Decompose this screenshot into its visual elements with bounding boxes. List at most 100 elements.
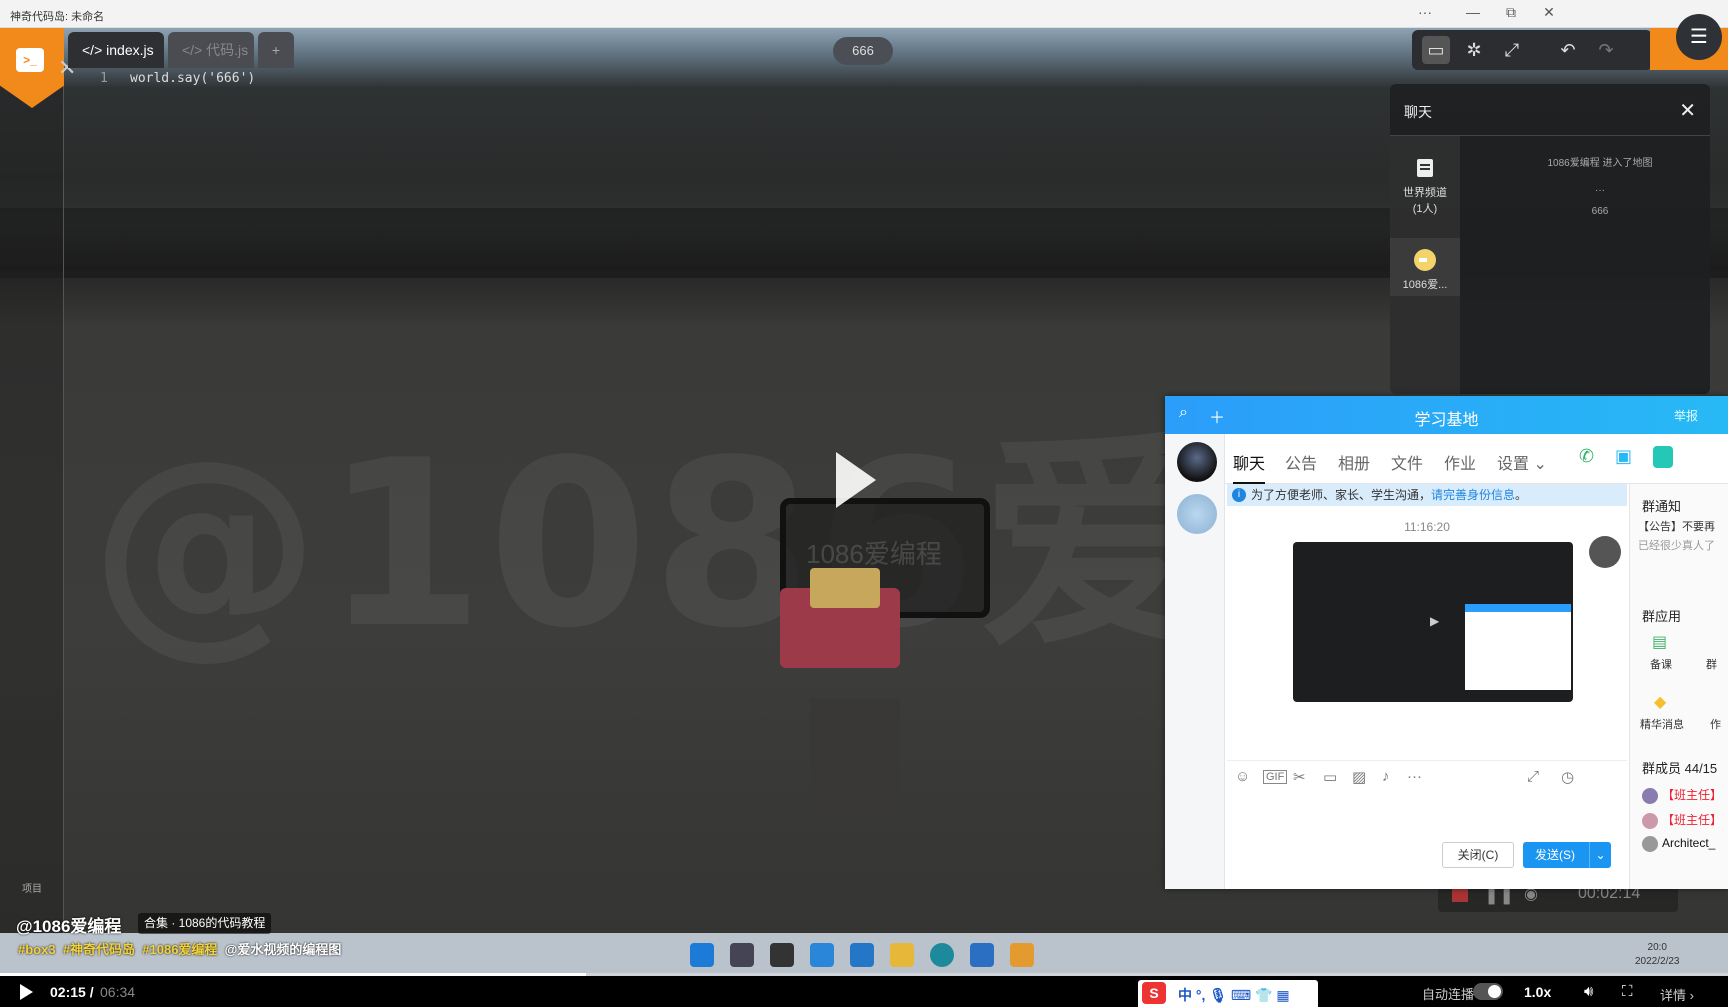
send-button[interactable]: 发送(S) ⌄ [1523,842,1611,868]
undo-icon[interactable]: ↶ [1554,36,1582,64]
group-avatar[interactable] [1177,442,1217,482]
user-avatar-icon [1414,249,1436,271]
terminal-icon: >_ [16,48,44,72]
search-icon[interactable] [730,943,754,967]
channel-user[interactable]: 1086爱... [1390,238,1460,296]
tab-index-js[interactable]: </> index.js [68,32,164,68]
class-icon[interactable] [1653,446,1673,468]
sender-avatar[interactable] [1589,536,1621,568]
project-label[interactable]: 项目 [22,880,42,895]
lesson-icon: ▤ [1652,634,1668,651]
channel-world[interactable]: 世界频道 (1人) [1390,156,1460,216]
widgets-icon[interactable] [810,943,834,967]
phone-icon[interactable]: ✆ [1579,446,1594,467]
character-hat [810,568,880,608]
emoji-icon[interactable]: ☺ [1235,768,1250,785]
total-time: 06:34 [100,984,136,1000]
group-avatar[interactable] [1177,494,1217,534]
video-author[interactable]: @1086爱编程 [16,912,121,937]
store-icon[interactable] [970,943,994,967]
tab-chat[interactable]: 聊天 [1233,450,1266,484]
more-icon[interactable]: ··· [1410,4,1440,20]
close-button[interactable]: 关闭(C) [1442,842,1514,868]
autoplay-toggle[interactable] [1473,983,1503,1000]
tag[interactable]: #神奇代码岛 [63,942,135,957]
chat-channel-list: 世界频道 (1人) 1086爱... [1390,136,1460,394]
scissors-icon[interactable]: ✂ [1293,768,1306,786]
play-icon[interactable] [20,984,33,1000]
member-item[interactable]: Architect_ [1642,836,1715,852]
expand-icon[interactable]: ⤢ [1527,768,1539,785]
app-highlights[interactable]: 精华消息 [1640,716,1684,732]
chat-close-icon[interactable]: ✕ [1679,98,1696,123]
video-message[interactable]: ▶ [1293,542,1573,702]
gif-icon[interactable]: GIF [1263,770,1288,784]
chat-title: 聊天 [1404,104,1432,120]
start-icon[interactable] [690,943,714,967]
tab-files[interactable]: 文件 [1391,450,1423,474]
tag[interactable]: #1086爱编程 [142,942,217,957]
fullscreen-icon[interactable]: ⛶ [1622,983,1633,1000]
current-time: 02:15 / [50,984,94,1000]
expand-icon[interactable]: ⤢ [1498,36,1526,64]
score-pill: 666 [833,37,893,65]
video-play-icon[interactable] [836,452,876,508]
explorer-icon[interactable] [890,943,914,967]
member-item[interactable]: 【班主任】 [1642,811,1722,829]
tab-homework[interactable]: 作业 [1444,450,1476,474]
todo-icon[interactable] [850,943,874,967]
qq-group-window: ⌕ ＋ 学习基地 举报 聊天 公告 相册 文件 作业 设置 ⌄ ✆ ▣ i 为了… [1165,396,1728,889]
image-icon[interactable]: ▨ [1352,768,1366,786]
tag[interactable]: #box3 [18,942,56,957]
minimize-button[interactable]: — [1458,4,1488,20]
chevron-down-icon[interactable]: ⌄ [1589,842,1611,868]
chat-icon[interactable]: ▭ [1422,36,1450,64]
qq-titlebar: ⌕ ＋ 学习基地 举报 [1165,396,1728,434]
line-number: 1 [100,71,108,86]
apps-title: 群应用 [1642,609,1682,624]
taskbar-clock: 20:0 2022/2/23 [1635,942,1680,967]
tab-code-js[interactable]: </> 代码.js [168,32,254,68]
bug-icon[interactable]: ✲ [1460,36,1488,64]
qq-group-title: 学习基地 [1414,412,1479,429]
game-app-icon[interactable] [1010,943,1034,967]
tab-settings[interactable]: 设置 ⌄ [1497,450,1547,474]
mention[interactable]: @爱水视频的编程图 [225,942,342,957]
redo-icon[interactable]: ↷ [1592,36,1620,64]
tab-album[interactable]: 相册 [1338,450,1370,474]
maximize-button[interactable]: ⧉ [1496,4,1526,21]
notice-line: 已经很少真人了 [1638,540,1715,552]
members-title: 群成员 44/15 [1642,761,1718,776]
history-icon[interactable]: ◷ [1561,768,1574,786]
bell-icon[interactable]: ♪ [1382,768,1390,785]
menu-icon[interactable]: ☰ [1676,14,1722,60]
edge-icon[interactable] [930,943,954,967]
report-link[interactable]: 举报 [1674,407,1698,424]
video-stage: @1086爱编程 1086爱编程 神奇代码岛: 未命名 ··· — ⧉ ✕ >_… [0,0,1728,1007]
ime-status: 中 °, 🎙 ⌨ 👕 ▦ [1178,987,1290,1003]
detail-button[interactable]: 详情 › [1660,985,1694,1004]
app-lesson[interactable]: 备课 [1650,656,1672,672]
video-call-icon[interactable]: ▣ [1615,446,1632,467]
input-toolbar: ☺ GIF ✂ ▭ ▨ ♪ ··· ⤢ ◷ [1227,760,1627,792]
member-item[interactable]: 【班主任】 [1642,786,1722,804]
add-tab-button[interactable]: + [258,32,294,68]
speed-button[interactable]: 1.0x [1524,984,1551,1000]
complete-identity-link[interactable]: 请完善身份信息 [1431,488,1515,502]
tab-announcement[interactable]: 公告 [1285,450,1317,474]
collection-badge[interactable]: 合集 · 1086的代码教程 [138,913,272,934]
code-line[interactable]: world.say('666') [130,71,255,86]
volume-icon[interactable]: 🔊︎ [1584,983,1593,1000]
left-rail [0,28,64,933]
task-view-icon[interactable] [770,943,794,967]
sogou-icon: S [1142,982,1166,1004]
window-close-button[interactable]: ✕ [1534,4,1564,21]
folder-icon[interactable]: ▭ [1323,768,1337,786]
more-icon[interactable]: ··· [1407,768,1422,785]
notice-title: 群通知 [1642,499,1682,514]
identity-notice: i 为了方便老师、家长、学生沟通，请完善身份信息。 [1227,484,1627,506]
app-group[interactable]: 群 [1706,656,1717,672]
code-editor[interactable]: 1 world.say('666') [64,68,1064,90]
notice-line[interactable]: 【公告】不要再 [1638,518,1715,534]
app-homework[interactable]: 作 [1710,716,1721,732]
